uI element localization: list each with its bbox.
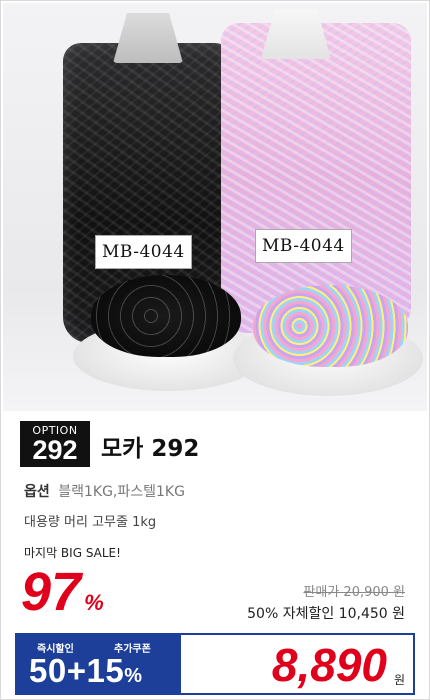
self-discount: 50% 자체할인 10,450 원 [247,606,405,622]
discount-combo-symbol: % [124,665,143,687]
discount-combo: 50+15% [29,652,142,695]
discount-percent-symbol: % [84,590,104,615]
option-label: 옵션 [24,484,50,500]
product-card[interactable]: MB-4044 MB-4044 OPTION 292 모카 292 옵션 블랙1… [0,0,430,700]
final-price: 8,890 [271,639,387,691]
product-title[interactable]: 모카 292 [101,429,199,463]
discount-percent-value: 97 [21,562,82,622]
bag-label-right: MB-4044 [255,229,352,263]
discount-percent: 97% [21,559,104,625]
pastel-bands-pile [253,285,408,367]
bag-label-left: MB-4044 [95,235,192,269]
original-price: 판매가 20,900 원 [303,585,405,600]
option-number: 292 [32,435,78,465]
product-description: 대용량 머리 고무줄 1kg [24,515,157,530]
black-bands-pile [91,275,241,357]
discount-combo-value: 50+15 [29,652,125,689]
coupon-panel: 즉시할인 추가쿠폰 50+15% [17,635,181,693]
option-value: 블랙1KG,파스텔1KG [58,484,185,500]
product-image[interactable]: MB-4044 MB-4044 [3,3,427,411]
option-row: 옵션 블랙1KG,파스텔1KG [24,481,185,501]
currency-label: 원 [393,673,405,687]
option-badge: OPTION 292 [20,421,90,467]
price-box: 즉시할인 추가쿠폰 50+15% 8,890 원 [15,633,415,695]
